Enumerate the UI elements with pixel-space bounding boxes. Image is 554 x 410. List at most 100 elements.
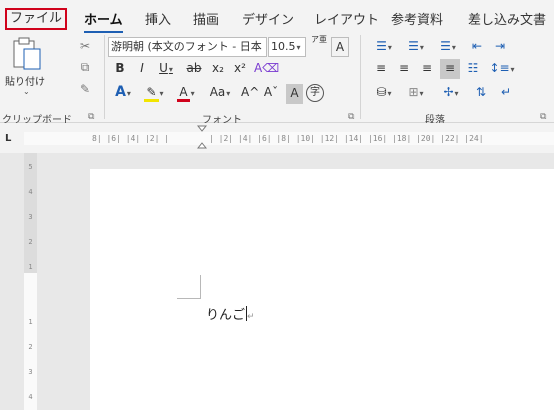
char-border-button[interactable]: A	[331, 37, 349, 57]
group-divider	[360, 35, 361, 119]
italic-button[interactable]: I	[134, 59, 150, 79]
furigana-icon: ア亜	[311, 35, 327, 44]
bullets-icon: ☰	[376, 39, 387, 53]
numbering-button[interactable]: ☰▾	[402, 37, 430, 57]
decrease-indent-button[interactable]: ⇤	[467, 37, 487, 57]
ribbon: 貼り付け ⌄ ✂ ⧉ ✎ クリップボード ⧉ 游明朝 (本文のフォント - 日本…	[0, 33, 554, 126]
text-effects-button[interactable]: A▾	[110, 83, 136, 103]
char-border-icon: A	[335, 40, 345, 54]
paragraph-launcher-icon[interactable]: ⧉	[540, 112, 546, 122]
char-shading-icon: A	[290, 86, 299, 100]
vruler-tick: 3	[28, 368, 33, 376]
font-name-select[interactable]: 游明朝 (本文のフォント - 日本	[108, 37, 267, 57]
grow-font-icon: A^	[241, 85, 260, 99]
numbering-icon: ☰	[408, 39, 419, 53]
asian-layout-icon: ✢	[443, 85, 454, 99]
clipboard-launcher-icon[interactable]: ⧉	[88, 112, 94, 122]
tab-draw[interactable]: 描画	[193, 9, 219, 28]
char-shading-button[interactable]: A	[286, 84, 303, 104]
superscript-button[interactable]: x²	[231, 59, 249, 79]
increase-indent-button[interactable]: ⇥	[490, 37, 510, 57]
multilevel-list-button[interactable]: ☰▾	[434, 37, 462, 57]
underline-button[interactable]: U▾	[154, 59, 178, 79]
copy-icon[interactable]: ⧉	[75, 58, 95, 78]
chevron-down-icon: ▾	[296, 43, 301, 52]
asian-layout-button[interactable]: ✢▾	[437, 83, 465, 103]
vruler-tick: 4	[28, 393, 33, 401]
font-size-select[interactable]: 10.5▾	[268, 37, 306, 57]
line-spacing-button[interactable]: ↕≡▾	[488, 59, 516, 79]
font-color-button[interactable]: A ▾	[173, 83, 199, 103]
vertical-ruler[interactable]: 5 4 3 2 1 1 2 3 4	[24, 153, 37, 410]
underline-icon: U	[159, 61, 168, 75]
line-spacing-icon: ↕≡	[489, 61, 510, 75]
font-color-icon: A	[177, 85, 190, 102]
tab-home[interactable]: ホーム	[84, 9, 123, 34]
highlight-button[interactable]: ✎ ▾	[141, 83, 167, 103]
document-area: 5 4 3 2 1 1 2 3 4	[0, 153, 554, 410]
vruler-tick: 5	[28, 163, 33, 171]
vruler-tick: 3	[28, 213, 33, 221]
tab-layout[interactable]: レイアウト	[314, 9, 379, 28]
vruler-tick: 2	[28, 343, 33, 351]
justify-button[interactable]: ≡	[440, 59, 460, 79]
paragraph-mark-icon: ↵	[500, 85, 512, 99]
subscript-button[interactable]: x₂	[209, 59, 227, 79]
ruler-ticks-left: 8| |6| |4| |2| |	[92, 134, 170, 143]
distributed-button[interactable]: ☷	[463, 59, 483, 79]
tab-design[interactable]: デザイン	[242, 9, 294, 28]
paint-bucket-icon: ⛁	[376, 85, 387, 99]
vruler-tick: 1	[28, 318, 33, 326]
bold-button[interactable]: B	[112, 59, 128, 79]
format-painter-icon[interactable]: ✎	[75, 80, 95, 100]
group-divider	[104, 35, 105, 119]
enclose-char-button[interactable]: 字	[306, 84, 324, 102]
tab-insert[interactable]: 挿入	[145, 9, 171, 28]
change-case-button[interactable]: Aa▾	[205, 83, 235, 103]
align-center-icon: ≡	[398, 61, 410, 75]
tab-references[interactable]: 参考資料	[391, 9, 443, 28]
enclose-char-icon: 字	[310, 87, 320, 98]
cut-icon[interactable]: ✂	[75, 37, 95, 57]
text-boundary-corner	[177, 275, 201, 299]
borders-button[interactable]: ⊞▾	[402, 83, 430, 103]
horizontal-ruler[interactable]: L 8| |6| |4| |2| | | |2| |4| |6| |8| |10…	[0, 123, 554, 153]
paste-button[interactable]: 貼り付け ⌄	[5, 37, 49, 97]
subscript-icon: x₂	[212, 61, 224, 75]
font-launcher-icon[interactable]: ⧉	[348, 112, 354, 122]
align-center-button[interactable]: ≡	[394, 59, 414, 79]
shrink-font-button[interactable]: Aˇ	[262, 83, 280, 103]
tab-mailings[interactable]: 差し込み文書	[468, 9, 546, 28]
font-size-value: 10.5	[271, 40, 296, 53]
align-right-button[interactable]: ≡	[417, 59, 437, 79]
indent-marker-icon[interactable]	[197, 125, 207, 151]
align-left-button[interactable]: ≡	[371, 59, 391, 79]
strikethrough-icon: ab	[186, 61, 202, 75]
vruler-tick: 4	[28, 188, 33, 196]
borders-icon: ⊞	[408, 85, 419, 99]
distributed-icon: ☷	[467, 61, 479, 75]
grow-font-button[interactable]: A^	[241, 83, 259, 103]
bullets-button[interactable]: ☰▾	[370, 37, 398, 57]
shrink-font-icon: Aˇ	[263, 85, 279, 99]
document-page[interactable]	[90, 169, 554, 410]
tab-file[interactable]: ファイル	[5, 8, 68, 30]
furigana-button[interactable]: ア亜	[310, 35, 328, 55]
clear-formatting-button[interactable]: A⌫	[254, 59, 279, 79]
document-body-text[interactable]: りんご ↵	[206, 304, 255, 323]
vruler-tick: 1	[28, 263, 33, 271]
shading-button[interactable]: ⛁▾	[370, 83, 398, 103]
paste-icon	[13, 37, 41, 70]
align-left-icon: ≡	[375, 61, 387, 75]
decrease-indent-icon: ⇤	[471, 39, 483, 53]
multilevel-list-icon: ☰	[440, 39, 451, 53]
increase-indent-icon: ⇥	[494, 39, 506, 53]
vruler-tick: 2	[28, 238, 33, 246]
sort-button[interactable]: ⇅	[471, 83, 491, 103]
tab-stop-selector-icon[interactable]: L	[5, 133, 11, 144]
sort-icon: ⇅	[475, 85, 487, 99]
ribbon-tab-bar: ファイル ホーム 挿入 描画 デザイン レイアウト 参考資料 差し込み文書	[0, 0, 554, 34]
show-marks-button[interactable]: ↵	[496, 83, 516, 103]
strikethrough-button[interactable]: ab	[183, 59, 205, 79]
bold-icon: B	[115, 61, 125, 75]
